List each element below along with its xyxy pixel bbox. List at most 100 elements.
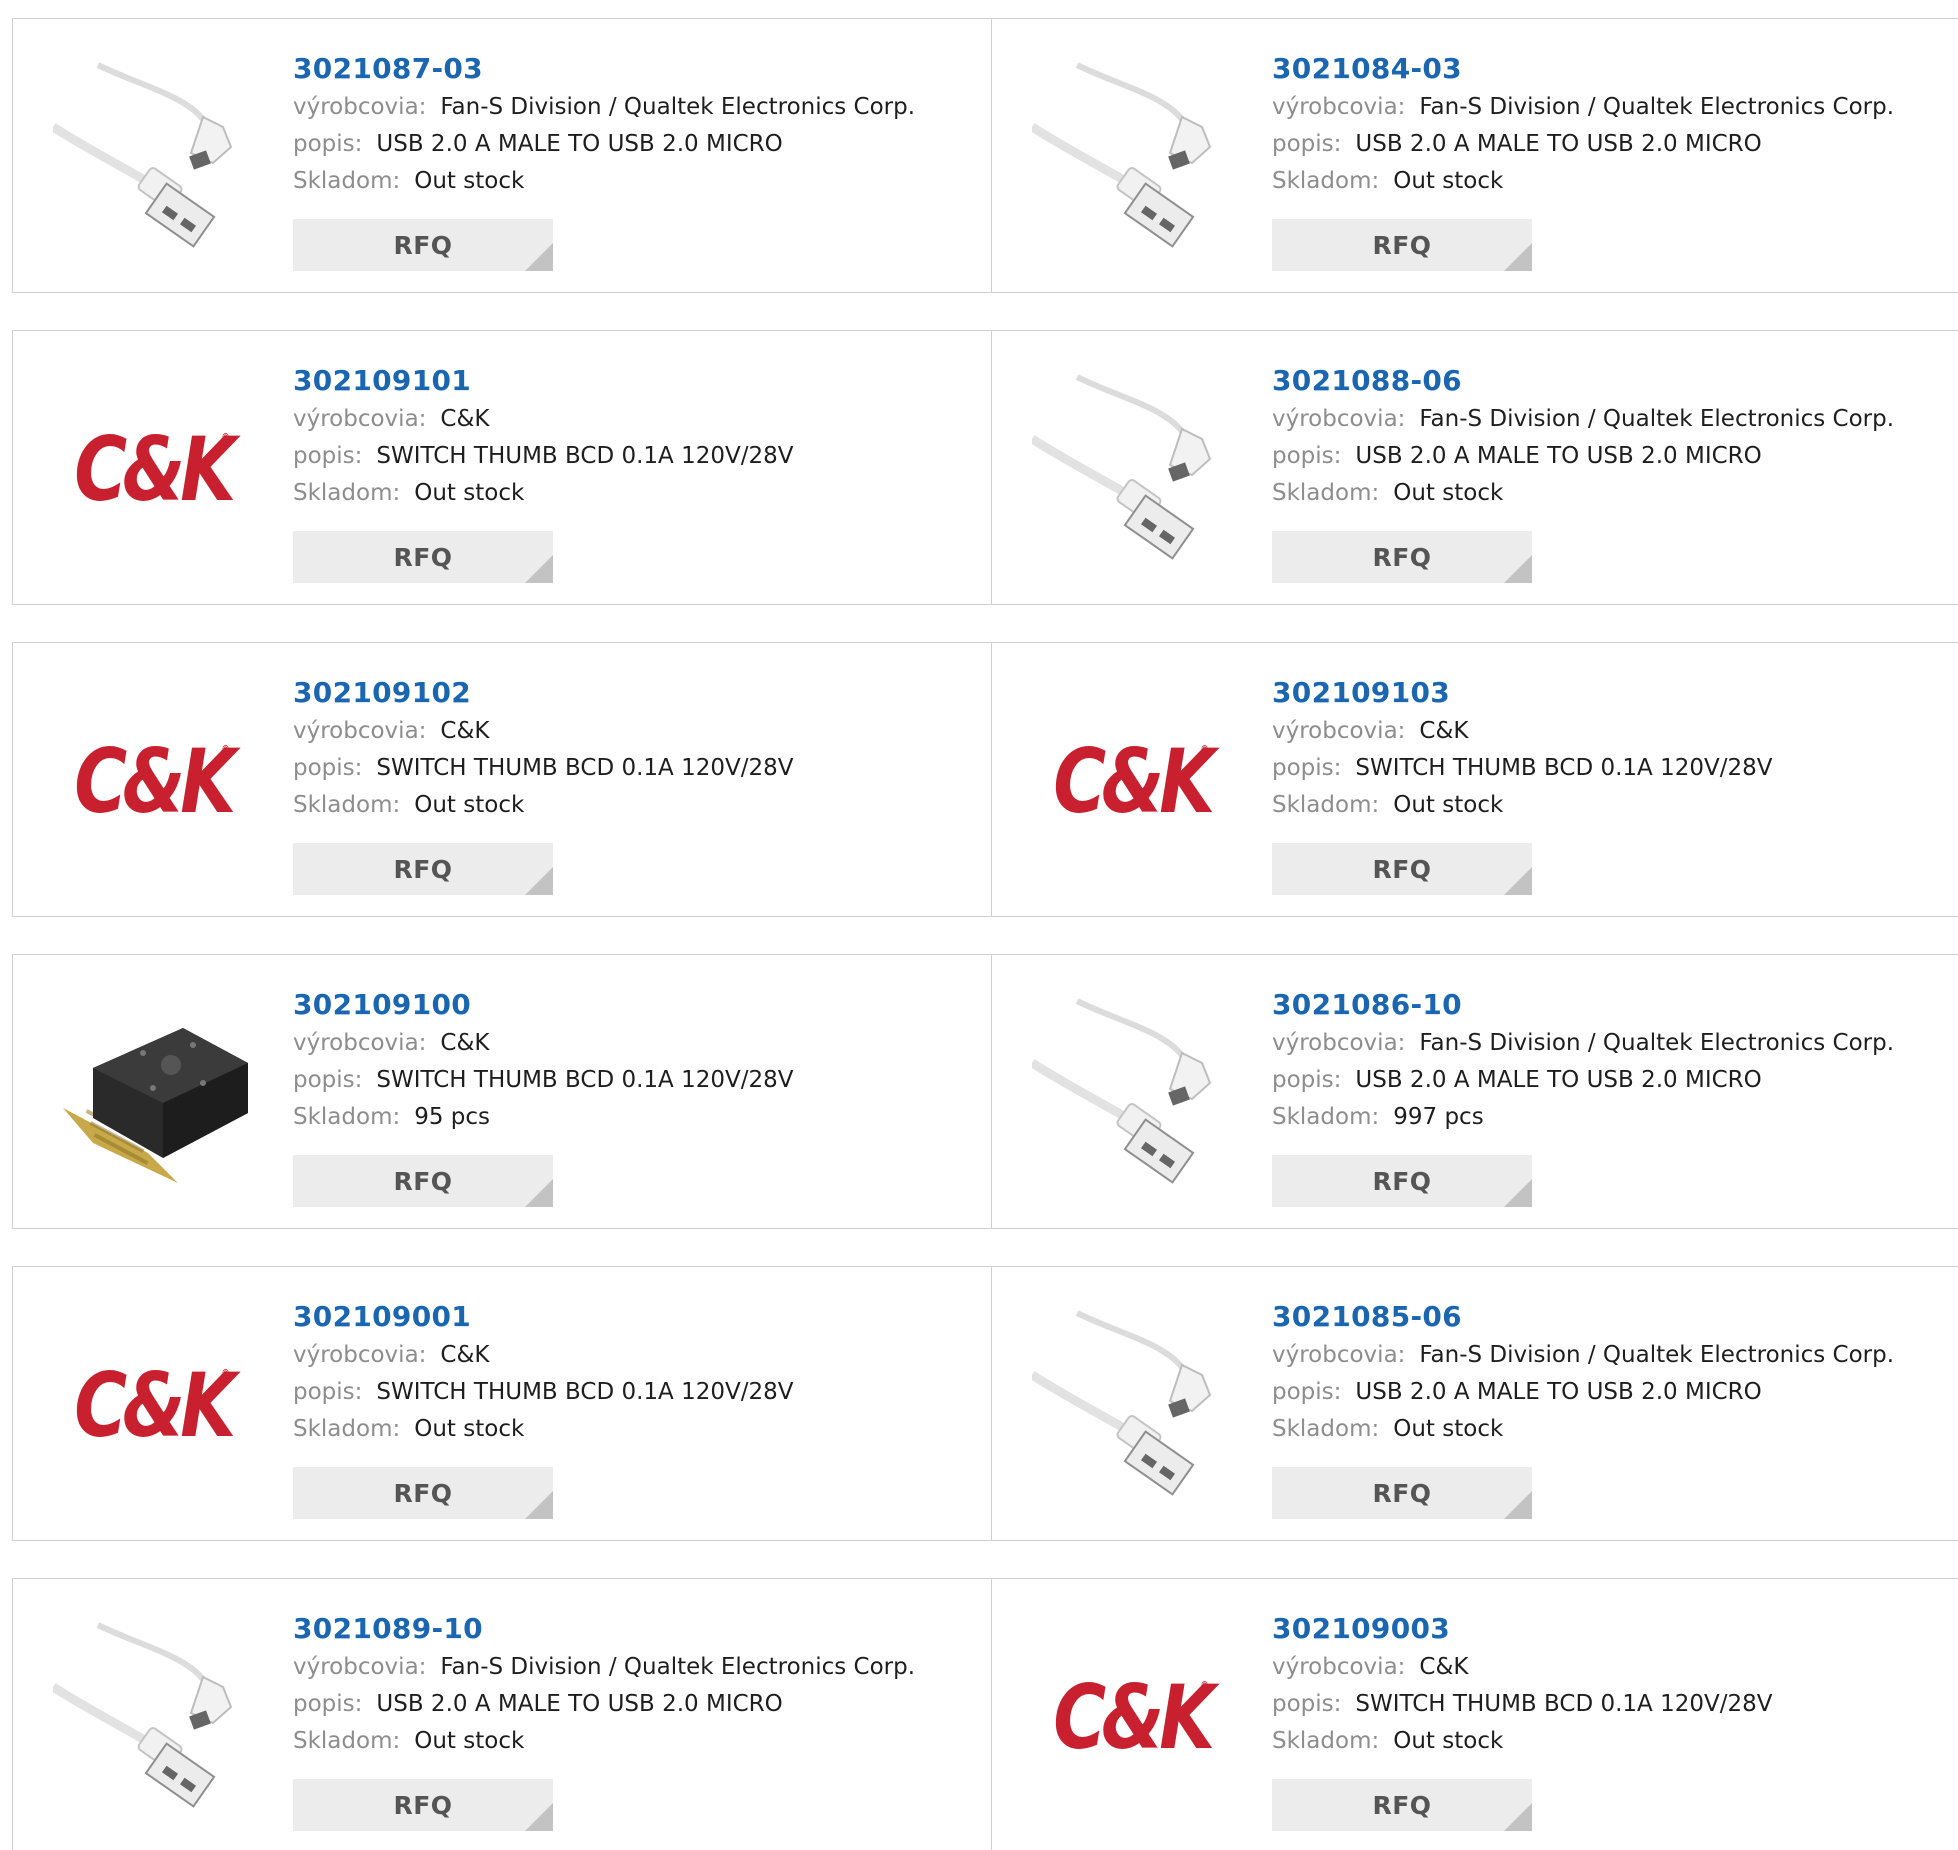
stock: Skladom: Out stock [293, 475, 981, 512]
manufacturer-value: C&K [1419, 718, 1469, 744]
part-number-link[interactable]: 3021085-06 [1272, 1297, 1948, 1337]
stock-label: Skladom: [293, 1104, 401, 1130]
description-value: USB 2.0 A MALE TO USB 2.0 MICRO [376, 1691, 783, 1717]
rfq-button[interactable]: RFQ [293, 1467, 553, 1519]
part-number-link[interactable]: 3021084-03 [1272, 49, 1948, 89]
product-row: 3021089-10 výrobcovia: Fan-S Division / Qu… [12, 1578, 1958, 1850]
manufacturer-value: C&K [440, 406, 490, 432]
stock: Skladom: Out stock [293, 787, 981, 824]
rfq-button[interactable]: RFQ [1272, 1467, 1532, 1519]
rfq-button[interactable]: RFQ [1272, 1155, 1532, 1207]
rfq-button[interactable]: RFQ [293, 219, 553, 271]
stock-value: Out stock [414, 1728, 525, 1754]
manufacturer-value: C&K [1419, 1654, 1469, 1680]
product-image[interactable] [53, 57, 253, 257]
manufacturer-value: C&K [440, 1030, 490, 1056]
stock-label: Skladom: [1272, 792, 1380, 818]
rfq-button[interactable]: RFQ [1272, 843, 1532, 895]
part-number-link[interactable]: 302109003 [1272, 1609, 1948, 1649]
stock-value: 997 pcs [1393, 1104, 1484, 1130]
manufacturer-label: výrobcovia: [1272, 94, 1406, 120]
rfq-button[interactable]: RFQ [293, 1779, 553, 1831]
rfq-button[interactable]: RFQ [293, 531, 553, 583]
product-image[interactable]: C&K ® [53, 369, 253, 569]
description-label: popis: [293, 1691, 363, 1717]
stock: Skladom: Out stock [293, 1411, 981, 1448]
button-corner-decoration [525, 1803, 553, 1831]
button-corner-decoration [525, 243, 553, 271]
product-image[interactable]: C&K ® [1032, 1617, 1232, 1817]
ck-logo: C&K ® [74, 729, 236, 833]
button-corner-decoration [1504, 243, 1532, 271]
description-label: popis: [1272, 131, 1342, 157]
stock-label: Skladom: [293, 1416, 401, 1442]
usb-cable-icon [53, 62, 233, 248]
manufacturer: výrobcovia: C&K [293, 1337, 981, 1374]
manufacturer-label: výrobcovia: [1272, 406, 1406, 432]
product-image[interactable] [1032, 1305, 1232, 1505]
stock: Skladom: Out stock [293, 163, 981, 200]
part-number-link[interactable]: 302109001 [293, 1297, 981, 1337]
manufacturer-label: výrobcovia: [1272, 718, 1406, 744]
ck-logo: C&K ® [1053, 729, 1215, 833]
rfq-button[interactable]: RFQ [1272, 1779, 1532, 1831]
description-label: popis: [293, 755, 363, 781]
stock-label: Skladom: [1272, 1104, 1380, 1130]
description-value: SWITCH THUMB BCD 0.1A 120V/28V [376, 443, 794, 469]
rfq-button-label: RFQ [393, 230, 453, 260]
rfq-button[interactable]: RFQ [293, 843, 553, 895]
stock: Skladom: Out stock [1272, 163, 1948, 200]
product-image[interactable] [1032, 57, 1232, 257]
manufacturer-label: výrobcovia: [1272, 1030, 1406, 1056]
product-image[interactable]: C&K ® [53, 681, 253, 881]
part-number-link[interactable]: 302109100 [293, 985, 981, 1025]
part-number-link[interactable]: 302109102 [293, 673, 981, 713]
product-card: 302109100 výrobcovia: C&K popis: SWITCH THUM… [13, 955, 992, 1228]
usb-cable-icon [53, 1622, 233, 1808]
description: popis: USB 2.0 A MALE TO USB 2.0 MICRO [1272, 1374, 1948, 1411]
stock-label: Skladom: [293, 1728, 401, 1754]
description-value: SWITCH THUMB BCD 0.1A 120V/28V [376, 1067, 794, 1093]
stock: Skladom: Out stock [1272, 787, 1948, 824]
stock: Skladom: Out stock [1272, 1411, 1948, 1448]
manufacturer: výrobcovia: C&K [1272, 713, 1948, 750]
rfq-button[interactable]: RFQ [1272, 219, 1532, 271]
button-corner-decoration [525, 1179, 553, 1207]
part-number-link[interactable]: 302109103 [1272, 673, 1948, 713]
description: popis: SWITCH THUMB BCD 0.1A 120V/28V [293, 1374, 981, 1411]
product-info: 3021088-06 výrobcovia: Fan-S Division / Qu… [1272, 361, 1948, 512]
manufacturer: výrobcovia: C&K [293, 1025, 981, 1062]
part-number-link[interactable]: 3021087-03 [293, 49, 981, 89]
rfq-button-label: RFQ [393, 1790, 453, 1820]
rfq-button-label: RFQ [393, 1478, 453, 1508]
product-image[interactable] [53, 993, 253, 1193]
button-corner-decoration [525, 867, 553, 895]
description-label: popis: [1272, 1379, 1342, 1405]
part-number-link[interactable]: 3021086-10 [1272, 985, 1948, 1025]
product-image[interactable]: C&K ® [1032, 681, 1232, 881]
rfq-button[interactable]: RFQ [1272, 531, 1532, 583]
stock: Skladom: Out stock [1272, 475, 1948, 512]
button-corner-decoration [1504, 1179, 1532, 1207]
product-card: 3021087-03 výrobcovia: Fan-S Division / Qu… [13, 19, 992, 292]
product-info: 302109001 výrobcovia: C&K popis: SWITCH THUM… [293, 1297, 981, 1448]
part-number-link[interactable]: 302109101 [293, 361, 981, 401]
description-label: popis: [293, 131, 363, 157]
product-image[interactable]: C&K ® [53, 1305, 253, 1505]
manufacturer-label: výrobcovia: [293, 718, 427, 744]
stock-value: Out stock [414, 1416, 525, 1442]
button-corner-decoration [1504, 1803, 1532, 1831]
description: popis: SWITCH THUMB BCD 0.1A 120V/28V [1272, 1686, 1948, 1723]
rfq-button[interactable]: RFQ [293, 1155, 553, 1207]
rfq-button-label: RFQ [1372, 542, 1432, 572]
part-number-link[interactable]: 3021088-06 [1272, 361, 1948, 401]
product-image[interactable] [1032, 369, 1232, 569]
description-label: popis: [293, 1067, 363, 1093]
product-card: 3021086-10 výrobcovia: Fan-S Division / Qu… [992, 955, 1958, 1228]
product-image[interactable] [53, 1617, 253, 1817]
stock-label: Skladom: [1272, 1416, 1380, 1442]
stock-value: Out stock [1393, 1416, 1504, 1442]
product-image[interactable] [1032, 993, 1232, 1193]
part-number-link[interactable]: 3021089-10 [293, 1609, 981, 1649]
stock-value: Out stock [1393, 168, 1504, 194]
